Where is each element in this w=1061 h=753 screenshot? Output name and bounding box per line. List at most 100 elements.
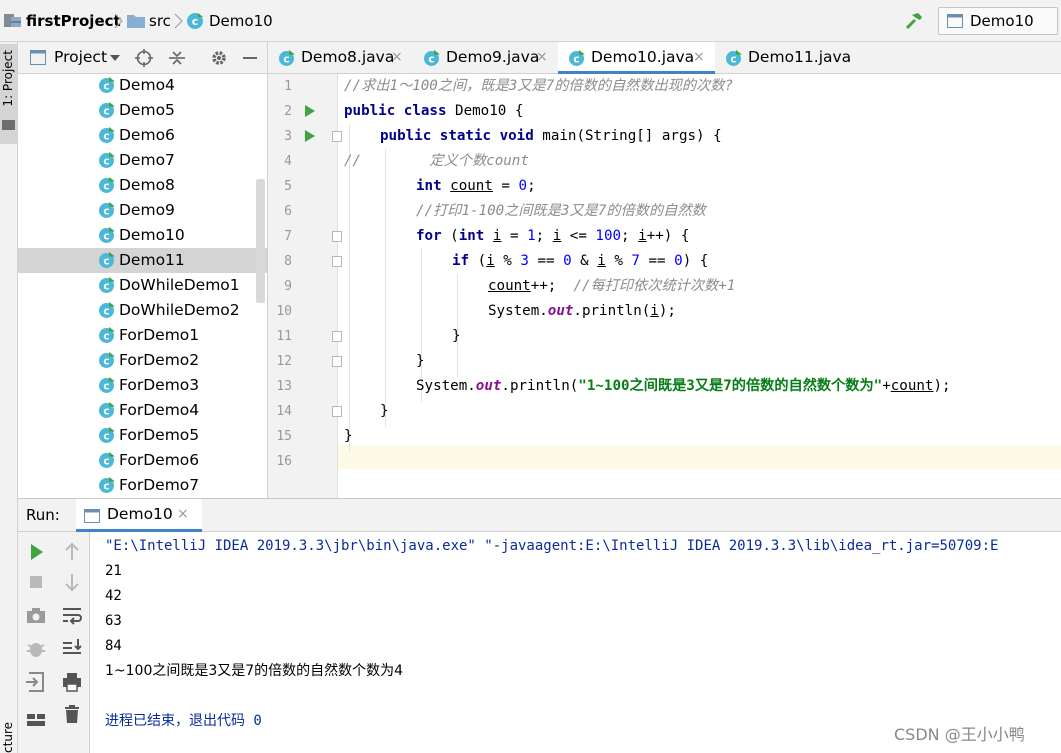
tree-item-demo7[interactable]: c Demo7 (18, 148, 267, 173)
close-icon[interactable]: × (391, 42, 403, 73)
svg-text:c: c (428, 54, 434, 66)
java-class-icon: c (99, 477, 115, 493)
arrow-up-icon[interactable] (60, 540, 84, 564)
tab-label: Demo8.java (301, 48, 395, 66)
stop-icon[interactable] (24, 570, 48, 594)
locate-target-icon[interactable] (135, 49, 153, 67)
console-line: 进程已结束，退出代码 0 (105, 713, 262, 729)
console-line: 84 (105, 638, 122, 654)
layout-icon[interactable] (24, 708, 48, 732)
code-line-4: // 定义个数count (344, 153, 529, 169)
trash-icon[interactable] (60, 702, 84, 726)
tree-item-label: ForDemo7 (119, 476, 200, 494)
collapse-all-icon[interactable] (168, 49, 186, 67)
tree-item-dowhiledemo1[interactable]: c DoWhileDemo1 (18, 273, 267, 298)
chevron-down-icon[interactable] (110, 55, 120, 61)
breadcrumb-project[interactable]: firstProject (26, 0, 121, 42)
minimize-icon[interactable] (243, 57, 257, 59)
structure-tool-tab[interactable]: cture (1, 722, 15, 753)
tree-item-demo6[interactable]: c Demo6 (18, 123, 267, 148)
run-gutter-icon[interactable] (305, 105, 315, 117)
tree-scrollbar[interactable] (256, 179, 265, 303)
svg-text:c: c (103, 281, 109, 293)
fold-marker-icon[interactable] (332, 231, 342, 242)
print-icon[interactable] (60, 670, 84, 694)
soft-wrap-icon[interactable] (60, 603, 84, 627)
tree-item-demo9[interactable]: c Demo9 (18, 198, 267, 223)
project-tool-tab[interactable]: 1: Project (0, 44, 17, 144)
code-line-12: } (416, 353, 425, 369)
tree-item-fordemo2[interactable]: c ForDemo2 (18, 348, 267, 373)
project-tree: c Demo4 c Demo5 c Demo6 c Demo7 c Demo8 c Demo9 c Dem… (18, 74, 267, 498)
code-line-10: System.out.println(i); (488, 303, 676, 319)
code-line-5: int count = 0; (416, 178, 536, 194)
tab-demo8-java[interactable]: c Demo8.java × (268, 42, 413, 74)
run-config-label: Demo10 (970, 12, 1034, 30)
run-gutter-icon[interactable] (305, 130, 315, 142)
gear-icon[interactable] (210, 49, 228, 67)
project-view-select[interactable]: Project (54, 42, 107, 73)
editor-gutter: 1 2 3 4 5 6 7 8 9 10 11 12 13 14 15 16 (268, 74, 342, 498)
tab-demo11-java[interactable]: c Demo11.java (715, 42, 861, 74)
tree-item-fordemo5[interactable]: c ForDemo5 (18, 423, 267, 448)
svg-text:c: c (192, 15, 199, 28)
svg-text:c: c (103, 331, 109, 343)
tree-item-demo11[interactable]: c Demo11 (18, 248, 267, 273)
line-number: 1 (284, 79, 292, 94)
console-output[interactable]: "E:\IntelliJ IDEA 2019.3.3\jbr\bin\java.… (105, 532, 1061, 753)
console-line: 21 (105, 563, 122, 579)
import-icon[interactable] (24, 670, 48, 694)
arrow-down-icon[interactable] (60, 570, 84, 594)
java-class-icon: c (99, 377, 115, 393)
run-configuration-select[interactable]: Demo10 (938, 7, 1058, 35)
code-area[interactable]: //求出1～100之间，既是3又是7的倍数的自然数出现的次数? public c… (344, 74, 1061, 498)
tree-item-label: Demo7 (119, 151, 175, 169)
tree-item-demo4[interactable]: c Demo4 (18, 74, 267, 98)
close-icon[interactable]: × (536, 42, 548, 73)
tree-item-fordemo6[interactable]: c ForDemo6 (18, 448, 267, 473)
build-hammer-icon[interactable] (904, 11, 924, 31)
line-number: 16 (276, 454, 292, 469)
rerun-play-icon[interactable] (24, 540, 48, 564)
fold-marker-icon[interactable] (332, 356, 342, 367)
svg-text:c: c (103, 181, 109, 193)
code-line-8: if (i % 3 == 0 & i % 7 == 0) { (452, 253, 709, 269)
code-line-6: //打印1-100之间既是3又是7的倍数的自然数 (416, 203, 706, 219)
code-line-3: public static void main(String[] args) { (380, 128, 722, 144)
fold-marker-icon[interactable] (332, 256, 342, 267)
tree-item-fordemo4[interactable]: c ForDemo4 (18, 398, 267, 423)
close-icon[interactable]: × (177, 499, 189, 530)
fold-marker-icon[interactable] (332, 406, 342, 417)
breadcrumb-folder[interactable]: src (149, 0, 171, 42)
tab-demo9-java[interactable]: c Demo9.java × (413, 42, 558, 74)
camera-icon[interactable] (24, 603, 48, 627)
run-toolbar (18, 532, 90, 753)
tree-item-fordemo7[interactable]: c ForDemo7 (18, 473, 267, 498)
close-icon[interactable]: × (693, 42, 705, 73)
run-tab-demo10[interactable]: Demo10 × (76, 499, 202, 532)
tab-demo10-java[interactable]: c Demo10.java × (558, 42, 715, 74)
svg-text:c: c (103, 356, 109, 368)
svg-text:c: c (103, 456, 109, 468)
line-number: 8 (284, 254, 292, 269)
code-line-14: } (380, 403, 389, 419)
tree-item-fordemo3[interactable]: c ForDemo3 (18, 373, 267, 398)
breadcrumb-file[interactable]: Demo10 (209, 0, 273, 42)
fold-marker-icon[interactable] (332, 131, 342, 142)
tree-item-demo8[interactable]: c Demo8 (18, 173, 267, 198)
scroll-to-end-icon[interactable] (60, 636, 84, 660)
tree-item-demo5[interactable]: c Demo5 (18, 98, 267, 123)
debug-bug-icon[interactable] (24, 636, 48, 660)
tree-item-label: DoWhileDemo1 (119, 276, 240, 294)
tree-item-dowhiledemo2[interactable]: c DoWhileDemo2 (18, 298, 267, 323)
svg-text:c: c (103, 206, 109, 218)
line-number: 9 (284, 279, 292, 294)
run-config-icon (84, 509, 100, 523)
tree-item-demo10[interactable]: c Demo10 (18, 223, 267, 248)
folder-icon (127, 15, 145, 28)
tab-label: Demo10.java (591, 48, 695, 66)
fold-marker-icon[interactable] (332, 331, 342, 342)
svg-text:c: c (730, 54, 736, 66)
tree-item-fordemo1[interactable]: c ForDemo1 (18, 323, 267, 348)
editor-tabs: c Demo8.java × c Demo9.java × c Demo10.java × c De… (268, 42, 1061, 74)
